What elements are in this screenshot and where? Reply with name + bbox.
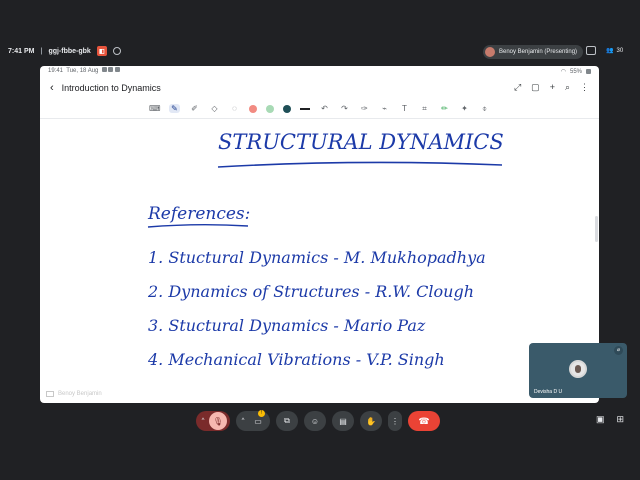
keyboard-icon[interactable]: ⌨	[149, 104, 161, 113]
people-icon: 👥	[606, 48, 614, 54]
more-icon[interactable]: ⋮	[580, 82, 589, 93]
participant-tile[interactable]: ⌀ Devisha D U	[529, 343, 627, 398]
hand-icon: ✋	[366, 416, 376, 426]
emoji-button[interactable]: ☺	[304, 411, 326, 431]
eraser-icon[interactable]: ◇	[209, 104, 220, 113]
captions-button[interactable]: ▤	[332, 411, 354, 431]
meet-bottom-bar: ^ 🎙 ^ ▭! ⧉ ☺ ▤ ✋ ⋮ ☎ ▣ ⊞	[0, 408, 640, 436]
chat-icon[interactable]: ▣	[596, 414, 605, 425]
reference-line-2: 2. Dynamics of Structures - R.W. Clough	[147, 282, 474, 301]
camera-warning-badge: !	[258, 410, 265, 417]
handwriting-svg: STRUCTURAL DYNAMICS References: 1. Stuct…	[147, 130, 504, 369]
meeting-info: 7:41 PM | ggj-fbbe-gbk ◧	[8, 46, 121, 56]
undo-icon[interactable]: ↶	[319, 104, 330, 113]
muted-mic-icon: ⌀	[614, 346, 623, 355]
presentation-screen: 19:41 Tue, 18 Aug ◠ 55% ‹ Introduction t…	[40, 66, 599, 403]
dialog-icon	[115, 67, 121, 72]
stroke-width-icon[interactable]	[300, 107, 310, 110]
battery-icon	[586, 69, 591, 74]
tablet-status-bar: 19:41 Tue, 18 Aug ◠ 55%	[40, 66, 599, 77]
highlighter-icon[interactable]: ✐	[189, 104, 200, 113]
notification-icon	[101, 67, 107, 72]
handwritten-title: STRUCTURAL DYNAMICS	[218, 130, 504, 154]
handwriting-canvas[interactable]: STRUCTURAL DYNAMICS References: 1. Stuct…	[118, 119, 524, 403]
wifi-icon: ◠	[560, 69, 566, 75]
stop-presenting-icon[interactable]	[586, 46, 596, 55]
shape-icon[interactable]: ⌁	[379, 104, 390, 113]
watermark-text: Benoy Benjamin	[58, 391, 102, 397]
camera-icon[interactable]: ▭!	[249, 410, 267, 430]
watermark-icon	[46, 391, 54, 397]
highlight-green-icon[interactable]: ✏	[439, 104, 450, 113]
meeting-time: 7:41 PM	[8, 47, 35, 55]
pen-style-icon[interactable]: ✑	[359, 104, 370, 113]
activities-icon[interactable]: ⊞	[617, 414, 625, 425]
present-button[interactable]: ⧉	[276, 411, 298, 431]
phone-hangup-icon: ☎	[418, 415, 430, 426]
more-options-button[interactable]: ⋮	[388, 411, 402, 431]
presenter-avatar	[485, 47, 495, 57]
pen-toolbar: ⌨ ✎ ✐ ◇ ◌ ↶ ↷ ✑ ⌁ T ⌗ ✏ ✦ ⌽	[40, 99, 599, 119]
tablet-date: Tue, 18 Aug	[66, 68, 99, 74]
top-right-controls: 👥 30	[586, 46, 623, 55]
reference-line-1: 1. Stuctural Dynamics - M. Mukhopadhya	[148, 248, 486, 267]
end-call-button[interactable]: ☎	[408, 411, 440, 431]
ruler-icon[interactable]: ⌗	[419, 104, 430, 114]
page-scrollbar[interactable]	[595, 216, 598, 242]
captions-icon: ▤	[339, 416, 347, 426]
mic-control[interactable]: ^ 🎙	[196, 411, 230, 431]
lasso-icon[interactable]: ◌	[229, 104, 240, 113]
more-vert-icon: ⋮	[391, 416, 399, 426]
back-arrow-icon[interactable]: ‹	[50, 82, 54, 94]
call-controls: ^ 🎙 ^ ▭! ⧉ ☺ ▤ ✋ ⋮ ☎	[196, 410, 440, 431]
info-icon[interactable]	[112, 47, 121, 55]
gmail-icon	[108, 67, 114, 72]
camera-options-caret-icon[interactable]: ^	[239, 418, 247, 424]
color-teal-swatch[interactable]	[283, 104, 291, 113]
references-underline	[147, 224, 249, 228]
meeting-code: ggj-fbbe-gbk	[48, 47, 91, 55]
book-icon[interactable]: ▢	[531, 82, 540, 93]
presenter-watermark: Benoy Benjamin	[46, 391, 102, 397]
tablet-time: 19:41	[48, 68, 64, 74]
battery-level: 55%	[569, 68, 582, 75]
emoji-icon: ☺	[310, 416, 320, 426]
expand-icon[interactable]: ⤢	[514, 82, 521, 93]
bottom-right-controls: ▣ ⊞	[596, 414, 624, 425]
people-count: 30	[616, 47, 624, 54]
magic-icon[interactable]: ✦	[459, 104, 470, 113]
people-button[interactable]: 👥 30	[606, 47, 624, 55]
mic-options-caret-icon[interactable]: ^	[199, 418, 207, 424]
text-icon[interactable]: T	[399, 104, 410, 113]
color-red-swatch[interactable]	[249, 104, 257, 113]
reference-line-3: 3. Stuctural Dynamics - Mario Paz	[148, 316, 426, 335]
camera-control[interactable]: ^ ▭!	[236, 410, 270, 431]
presenter-label: Benoy Benjamin (Presenting)	[499, 49, 578, 55]
raise-hand-button[interactable]: ✋	[360, 411, 382, 431]
references-heading: References:	[147, 204, 250, 224]
reference-line-4: 4. Mechanical Vibrations - V.P. Singh	[147, 350, 445, 369]
redo-icon[interactable]: ↷	[339, 104, 350, 113]
color-green-swatch[interactable]	[266, 104, 274, 113]
meet-top-bar: 7:41 PM | ggj-fbbe-gbk ◧ Benoy Benjamin …	[0, 40, 640, 64]
mic-off-icon[interactable]: 🎙	[209, 412, 227, 430]
search-icon[interactable]: ⌕	[565, 82, 570, 93]
separator: |	[40, 47, 43, 55]
pen-icon[interactable]: ✎	[169, 104, 180, 113]
notes-header: ‹ Introduction to Dynamics ⤢ ▢ + ⌕ ⋮	[40, 77, 599, 99]
participant-name: Devisha D U	[534, 389, 563, 395]
recording-icon[interactable]: ◧	[96, 46, 107, 56]
presenter-chip[interactable]: Benoy Benjamin (Presenting)	[483, 45, 584, 59]
add-page-icon[interactable]: +	[550, 82, 555, 93]
note-title: Introduction to Dynamics	[61, 83, 161, 93]
title-underline	[217, 161, 503, 168]
participant-avatar	[569, 360, 587, 378]
present-icon: ⧉	[284, 416, 290, 425]
mic-icon[interactable]: ⌽	[479, 104, 490, 114]
